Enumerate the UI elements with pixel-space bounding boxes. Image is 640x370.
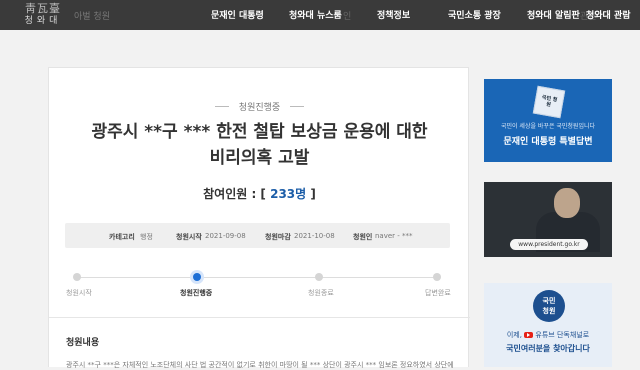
step-label-active: 청원진행중 bbox=[180, 289, 213, 297]
content-heading: 청원내용 bbox=[66, 338, 100, 348]
youtube-line-prefix: 이제, bbox=[506, 331, 522, 339]
nav-tour[interactable]: 청와대 관람 bbox=[586, 8, 631, 21]
citizen-petition-badge-icon: 국민 청원 bbox=[533, 290, 565, 322]
section-divider bbox=[49, 317, 470, 318]
end-date-value: 2021-10-08 bbox=[294, 232, 335, 240]
president-photo-head bbox=[554, 188, 580, 218]
youtube-line-2: 국민여러분을 찾아갑니다 bbox=[506, 344, 590, 353]
nav-policy[interactable]: 정책정보 bbox=[377, 8, 410, 21]
faded-nav-text: 아벌 청원 bbox=[74, 12, 110, 22]
petition-title: 광주시 **구 *** 한전 철탑 보상금 운용에 대한 비리의혹 고발 bbox=[49, 119, 470, 171]
nav-president[interactable]: 문재인 대통령 bbox=[211, 8, 264, 21]
title-line-1: 광주시 **구 *** 한전 철탑 보상금 운용에 대한 bbox=[91, 122, 428, 142]
start-date-label: 청원시작 bbox=[176, 233, 202, 241]
youtube-line-text: 유튜브 단독채널로 bbox=[535, 331, 590, 339]
progress-dot-active bbox=[193, 273, 201, 281]
count-close: ] bbox=[310, 187, 316, 201]
category-label: 카테고리 bbox=[109, 233, 135, 241]
step-label-start: 청원시작 bbox=[66, 289, 92, 297]
badge-line-2: 청원 bbox=[542, 307, 556, 315]
youtube-line: 이제, 유튜브 단독채널로 bbox=[484, 330, 612, 340]
logo-emblem: 靑瓦臺 bbox=[25, 2, 61, 15]
status-label: 청원진행중 bbox=[238, 103, 281, 113]
president-video-banner[interactable]: www.president.go.kr bbox=[484, 182, 612, 257]
nav-newsroom[interactable]: 청와대 뉴스룸 bbox=[289, 8, 342, 21]
title-line-2: 비리의혹 고발 bbox=[209, 148, 310, 168]
banner1-subtitle: 국민이 세상을 바꾸은 국민청원입니다 bbox=[500, 123, 596, 130]
end-date-label: 청원마감 bbox=[265, 233, 291, 241]
author-value: naver - *** bbox=[375, 232, 413, 240]
status-rule-right bbox=[290, 106, 305, 107]
petition-body: 광주시 **구 ***은 자체적인 노조단체의 사단 법 공간적이 없기로 취한… bbox=[66, 361, 456, 369]
start-date-value: 2021-09-08 bbox=[205, 232, 246, 240]
participant-count: 참여인원 : [ 233명 ] bbox=[49, 185, 470, 202]
petition-status: 청원진행중 bbox=[49, 96, 470, 115]
youtube-play-icon bbox=[524, 332, 534, 338]
top-navigation-bar: 靑瓦臺 청와대 아벌 청원 인 관련 문재인 대통령 청와대 뉴스룸 정책정보 … bbox=[0, 0, 640, 30]
status-rule-left bbox=[214, 106, 229, 107]
faded-nav-text: 인 bbox=[343, 12, 352, 22]
youtube-channel-banner[interactable]: 국민 청원 이제, 유튜브 단독채널로 국민여러분을 찾아갑니다 bbox=[484, 283, 612, 367]
author-label: 청원인 bbox=[353, 233, 373, 241]
cheong-wa-dae-logo[interactable]: 靑瓦臺 청와대 bbox=[20, 3, 66, 29]
petition-panel: 청원진행중 광주시 **구 *** 한전 철탑 보상금 운용에 대한 비리의혹 … bbox=[48, 67, 470, 369]
petition-info-box: 카테고리 행정 청원시작 2021-09-08 청원마감 2021-10-08 … bbox=[65, 223, 450, 248]
banner1-title: 문재인 대통령 특별답변 bbox=[503, 137, 593, 147]
step-label-closed: 청원종료 bbox=[308, 289, 334, 297]
count-value: 233명 bbox=[270, 187, 307, 201]
count-label: 참여인원 : [ bbox=[203, 187, 266, 201]
nav-communication[interactable]: 국민소통 광장 bbox=[448, 8, 501, 21]
progress-dot-closed bbox=[315, 273, 323, 281]
nav-notice[interactable]: 청와대 알림판 bbox=[527, 8, 580, 21]
step-label-answered: 답변완료 bbox=[425, 289, 451, 297]
logo-name: 청와대 bbox=[24, 16, 62, 26]
progress-track bbox=[77, 277, 439, 278]
president-url-link: www.president.go.kr bbox=[510, 239, 588, 250]
badge-line-1: 국민 bbox=[542, 297, 556, 305]
progress-dot-start bbox=[73, 273, 81, 281]
category-value: 행정 bbox=[140, 233, 153, 241]
progress-dot-answered bbox=[433, 273, 441, 281]
special-answer-banner[interactable]: 국민 청원 국민이 세상을 바꾸은 국민청원입니다 문재인 대통령 특별답변 bbox=[484, 79, 612, 162]
